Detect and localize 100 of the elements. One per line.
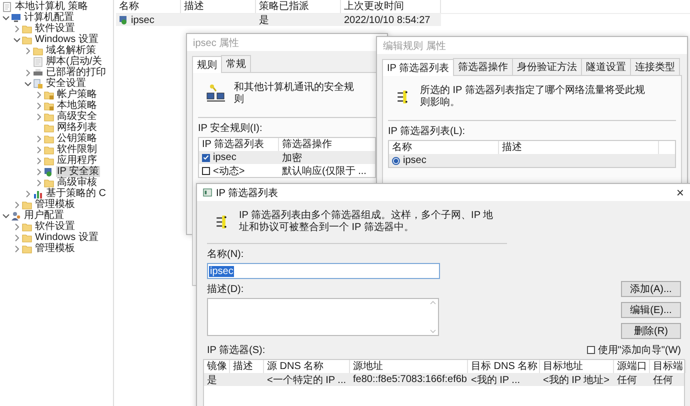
chevron-icon[interactable] <box>35 156 43 164</box>
folder-icon <box>44 90 54 100</box>
tree-item[interactable]: 计算机配置 <box>23 12 75 23</box>
tree-item[interactable]: 软件设置 <box>34 23 76 34</box>
chevron-icon[interactable] <box>13 234 21 242</box>
tree-item[interactable]: IP 安全策 <box>56 166 100 177</box>
tree-item[interactable]: 软件限制 <box>56 144 98 155</box>
table-cell-text: <我的 IP 地址> <box>543 374 610 386</box>
window-title: 编辑规则 属性 <box>383 40 446 52</box>
tree-item[interactable]: 管理模板 <box>34 199 76 210</box>
name-input-field[interactable]: ipsec <box>207 263 440 279</box>
description-text: 所选的 IP 筛选器列表指定了哪个网络流量将受此规则影响。 <box>420 85 646 109</box>
radio-button[interactable] <box>392 156 400 164</box>
checkbox[interactable] <box>202 166 210 174</box>
chevron-icon[interactable] <box>13 244 21 252</box>
tree-item[interactable]: 管理模板 <box>34 243 76 254</box>
field-label: IP 筛选器列表(L): <box>388 125 466 138</box>
folder-icon <box>44 178 54 188</box>
computer-icon <box>11 12 21 22</box>
tree-item[interactable]: 安全设置 <box>45 78 87 89</box>
column-header[interactable]: 上次更改时间 <box>341 0 441 13</box>
table-cell: ipsec <box>403 155 426 166</box>
field-label: IP 筛选器(S): <box>207 344 266 356</box>
dialog-button[interactable]: 添加(A)... <box>621 281 681 297</box>
printer-icon <box>33 68 43 78</box>
table-cell: ipsec <box>131 14 154 26</box>
tab[interactable]: IP 筛选器列表 <box>382 59 454 76</box>
table-cell-text: <我的 IP ... <box>471 374 520 386</box>
tree-item[interactable]: 公钥策略 <box>56 133 98 144</box>
user-icon <box>11 210 21 220</box>
checkbox-label[interactable]: 使用"添加向导"(W) <box>598 343 681 357</box>
tree-item[interactable]: 软件设置 <box>34 221 76 232</box>
dialog-button[interactable]: 编辑(E)... <box>621 302 681 318</box>
tree-item[interactable]: 域名解析策 <box>45 45 97 56</box>
chevron-icon[interactable] <box>24 68 32 76</box>
chevron-icon[interactable] <box>35 90 43 98</box>
tree-item[interactable]: 高级审核 <box>56 177 98 188</box>
description-input-field[interactable] <box>207 298 439 336</box>
tree-item[interactable]: 网络列表 <box>56 122 98 133</box>
chevron-icon[interactable] <box>24 80 32 88</box>
folder-icon <box>44 100 54 110</box>
column-header[interactable]: 描述 <box>181 0 256 13</box>
table-cell-text: 是 <box>207 374 217 386</box>
folder-icon <box>22 200 32 210</box>
tree-item[interactable]: 高级安全 <box>56 111 98 122</box>
chevron-icon[interactable] <box>24 190 32 198</box>
chevron-icon[interactable] <box>13 200 21 208</box>
tab[interactable]: 常规 <box>221 55 251 72</box>
table-cell-text: <一个特定的 IP ... <box>267 374 346 386</box>
chevron-icon[interactable] <box>13 222 21 230</box>
tree-item[interactable]: 应用程序 <box>56 155 98 166</box>
checkbox[interactable] <box>586 346 595 354</box>
column-header[interactable]: 策略已指派 <box>256 0 341 13</box>
chevron-icon[interactable] <box>13 36 21 44</box>
network-icon <box>44 166 54 176</box>
table-cell: ipsec <box>213 152 236 163</box>
network-icon <box>119 15 129 25</box>
tree-item[interactable]: Windows 设置 <box>34 34 100 45</box>
table-row[interactable]: ipsec 加密 <box>199 151 375 164</box>
chevron-icon[interactable] <box>2 14 10 22</box>
scrollbar-icon <box>429 299 437 335</box>
checkbox[interactable] <box>202 154 210 162</box>
field-label: 名称(N): <box>207 248 245 261</box>
window-title: IP 筛选器列表 <box>216 186 278 200</box>
description-text: 和其他计算机通讯的安全规则 <box>234 82 354 106</box>
network-computers-icon <box>206 84 226 104</box>
tree-item[interactable]: 基于策略的 C <box>45 188 107 199</box>
chevron-icon[interactable] <box>13 24 21 32</box>
tree-item[interactable]: 脚本(启动/关 <box>45 56 104 67</box>
chevron-icon[interactable] <box>35 168 43 176</box>
chevron-icon[interactable] <box>35 146 43 154</box>
window-icon <box>203 188 212 197</box>
chevron-icon[interactable] <box>35 178 43 186</box>
close-button[interactable]: × <box>673 186 687 200</box>
tree-item[interactable]: 本地策略 <box>56 100 98 111</box>
chevron-icon[interactable] <box>24 46 32 54</box>
chevron-icon[interactable] <box>35 134 43 142</box>
description-text: IP 筛选器列表由多个筛选器组成。这样，多个子网、IP 地址和协议可被整合到一个 IP 筛选器中。 <box>239 210 494 234</box>
column-header[interactable]: 名称 <box>116 0 181 13</box>
table-row[interactable]: <动态> 默认响应(仅限于 ... <box>199 164 375 177</box>
tree-item[interactable]: 帐户策略 <box>56 89 98 100</box>
chevron-icon[interactable] <box>35 102 43 110</box>
chevron-icon[interactable] <box>2 212 10 220</box>
dialog-button[interactable]: 删除(R) <box>621 323 681 339</box>
table-cell: 2022/10/10 8:54:27 <box>344 14 430 26</box>
tree-item[interactable]: 已部署的打印 <box>45 67 107 78</box>
tree-item[interactable]: 本地计算机 策略 <box>14 1 89 12</box>
table-cell-text: 是 <box>259 14 269 27</box>
window-title: ipsec 属性 <box>193 36 240 50</box>
table-cell-text: 任何 <box>653 374 673 386</box>
tree-item[interactable]: 用户配置 <box>23 210 65 221</box>
field-label: IP 安全规则(I): <box>198 122 264 135</box>
chart-icon <box>33 188 43 198</box>
script-icon <box>33 56 43 66</box>
tree-item[interactable]: Windows 设置 <box>34 232 100 243</box>
tab[interactable]: 连接类型 <box>630 58 680 75</box>
table-cell: fe80::f8e5:7083:166f:ef6b <box>353 374 467 385</box>
chevron-icon[interactable] <box>35 112 43 120</box>
tab[interactable]: 规则 <box>192 56 222 73</box>
table-cell-text: 默认响应(仅限于 ... <box>282 164 366 178</box>
